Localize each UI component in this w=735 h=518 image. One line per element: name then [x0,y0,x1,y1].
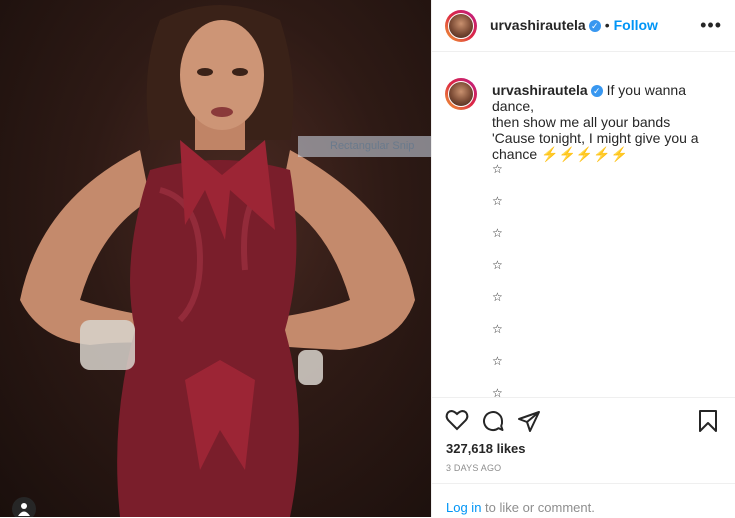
comment-icon[interactable] [481,409,505,433]
star-line: ☆ [492,226,503,240]
post-photo[interactable]: Rectangular Snip [0,0,431,517]
heart-icon[interactable] [445,409,469,431]
verified-badge-icon: ✓ [588,19,601,32]
bookmark-icon[interactable] [698,409,718,433]
caption-text: urvashirautela ✓ If you wanna dance, then… [492,82,722,162]
post-side-panel: urvashirautela ✓ • Follow ••• urvashirautel… [431,0,735,517]
caption-line-4: chance ⚡⚡⚡⚡⚡ [492,146,629,162]
star-line: ☆ [492,258,503,272]
follow-button[interactable]: Follow [614,17,658,33]
star-line: ☆ [492,194,503,208]
post-timestamp[interactable]: 3 DAYS AGO [446,463,501,473]
star-line: ☆ [492,354,503,368]
comment-prompt-text: to like or comment. [481,500,595,515]
caption-area[interactable]: urvashirautela ✓ If you wanna dance, then… [432,52,735,397]
header-username[interactable]: urvashirautela [490,17,586,33]
user-tag-icon[interactable] [12,497,36,517]
post-header: urvashirautela ✓ • Follow ••• [432,0,735,52]
caption-line-2: then show me all your bands [492,114,671,130]
caption-username[interactable]: urvashirautela [492,82,588,98]
separator-dot: • [604,17,610,33]
post-actions: 327,618 likes 3 DAYS AGO [432,397,735,484]
caption-avatar[interactable] [445,78,477,110]
login-link[interactable]: Log in [446,500,481,515]
star-line: ☆ [492,386,503,397]
comment-prompt: Log in to like or comment. [446,500,595,515]
more-options-icon[interactable]: ••• [700,16,722,34]
star-line: ☆ [492,322,503,336]
caption-verified-badge-icon: ✓ [590,85,603,98]
star-line: ☆ [492,290,503,304]
caption-line-3: 'Cause tonight, I might give you a [492,130,699,146]
share-icon[interactable] [517,409,541,433]
likes-count[interactable]: 327,618 likes [446,441,526,456]
avatar[interactable] [445,10,477,42]
snip-overlay: Rectangular Snip [298,136,431,157]
star-line: ☆ [492,162,503,176]
caption-star-list: ☆ ☆ ☆ ☆ ☆ ☆ ☆ ☆ [492,162,692,397]
photo-illustration [20,5,415,517]
comment-bar: Log in to like or comment. [432,483,735,518]
